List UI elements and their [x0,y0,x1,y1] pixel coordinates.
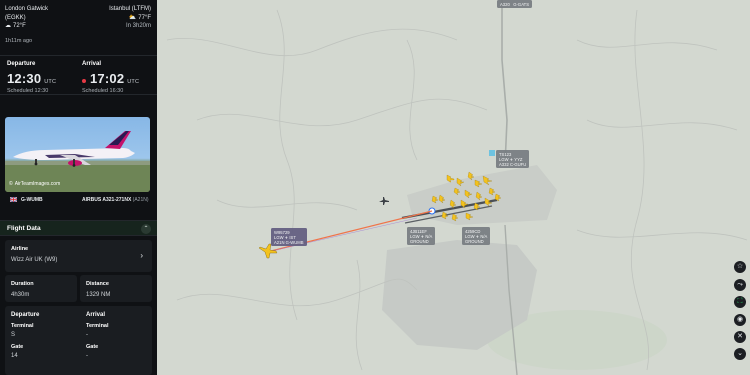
eta-text: In 3h20m [125,23,151,29]
map-label-top[interactable]: A320 G-GATS [497,0,533,8]
airborne-aircraft-icon[interactable] [489,150,495,156]
arr-section: Arrival Terminal - Gate - [86,312,109,359]
cloud-sun-icon: ⛅ [128,14,137,21]
ground1-route: LGW ✈ N/A [410,233,433,239]
origin-block: London Gatwick (EGKK) ☁ 72°F [5,5,48,31]
times-panel: Departure 12:30 UTC Scheduled 12:30 Arri… [0,55,157,95]
ground2-route: LGW ✈ N/A [465,233,488,239]
selected-aircraft: A21N G-WUMB [274,239,304,245]
uk-flag-icon [10,197,17,202]
origin-name: London Gatwick [5,6,49,12]
flight-map[interactable]: A320 G-GATS TS123 LGW ✈ YYZ A332 C-GUFU … [157,0,750,375]
arrival-time-block: Arrival 17:02 UTC Scheduled 16:30 [82,61,139,94]
route-summary: London Gatwick (EGKK) ☁ 72°F Istanbul (L… [0,0,157,50]
delay-indicator [82,79,86,83]
dep-gate-value: 14 [11,353,18,359]
duration-card: Duration 4h30m [5,275,77,302]
arrival-time: 17:02 [90,71,125,86]
route-icon[interactable]: ⤳ [734,279,746,291]
duration-value: 4h30m [11,292,30,298]
origin-weather: ☁ 72°F [5,22,26,31]
terminal-gate-card: Departure Terminal S Gate 14 Arrival Ter… [5,306,152,375]
dep-terminal-label: Terminal [11,323,34,329]
map-label-selected[interactable]: W95729 LGW ✈ IST A21N G-WUMB [271,228,307,246]
arr-section-label: Arrival [86,312,106,318]
aircraft-type-code: (A21N) [132,197,149,203]
top-tag-type: A320 [500,1,510,7]
arrival-tz: UTC [127,79,140,85]
close-icon[interactable]: ✕ [734,331,746,343]
distance-label: Distance [86,281,109,287]
arr-gate-value: - [86,353,88,359]
departure-scheduled: Scheduled 12:30 [7,88,49,94]
flight-tracker-app: London Gatwick (EGKK) ☁ 72°F Istanbul (L… [0,0,750,375]
map-label-ts123[interactable]: TS123 LGW ✈ YYZ A332 C-GUFU [496,150,530,168]
destination-weather: ⛅ 77°F [129,14,151,23]
ts123-aircraft: A332 C-GUFU [499,161,527,167]
ground2-status: GROUND [465,238,484,244]
arr-terminal-label: Terminal [86,323,109,329]
departure-label: Departure [7,61,36,67]
top-tag-reg: G-GATS [513,1,530,7]
airline-value: Wizz Air UK (W9) [11,257,58,263]
airline-card[interactable]: Airline Wizz Air UK (W9) › [5,240,152,272]
flight-data-header[interactable]: Flight Data ⌃ [0,220,157,236]
down-icon[interactable]: ⌄ [734,348,746,360]
arrival-label: Arrival [82,61,102,67]
destination-name: Istanbul (LTFM) [109,6,151,12]
destination-temp: 77°F [138,14,151,21]
aircraft-info-row: G-WUMB AIRBUS A321-271NX (A21N) [0,194,157,206]
elapsed-text: 1h11m ago [5,38,33,44]
destination-block: Istanbul (LTFM) ⛅ 77°F In 3h20m [109,5,151,31]
arrival-time-row: 17:02 UTC [82,71,139,86]
distance-value: 1329 NM [86,292,111,298]
map-canvas [157,0,750,375]
star-icon[interactable]: ☆ [734,261,746,273]
aircraft-type-name: AIRBUS A321-271NX [82,197,132,203]
origin-temp: 72°F [13,23,26,29]
arr-terminal-value: - [86,332,88,338]
aircraft-photo[interactable]: © AirTeamImages.com [5,117,150,192]
ts123-route: LGW ✈ YYZ [499,156,523,162]
flight-data-title: Flight Data [7,225,41,232]
aircraft-registration[interactable]: G-WUMB [21,197,43,203]
photo-credit: © AirTeamImages.com [9,181,60,187]
flight-sidebar: London Gatwick (EGKK) ☁ 72°F Istanbul (L… [0,0,157,375]
duration-label: Duration [11,281,34,287]
expand-icon[interactable]: ⛶ [734,296,746,308]
map-label-ground-2[interactable]: 4259CD LGW ✈ N/A GROUND [462,227,491,245]
arr-gate-label: Gate [86,344,99,350]
copyright-icon: © [9,181,13,187]
cloud-icon: ☁ [5,23,11,29]
chevron-right-icon: › [140,251,143,260]
arrival-scheduled: Scheduled 16:30 [82,88,124,94]
photo-credit-text: AirTeamImages.com [14,181,61,187]
dep-section-label: Departure [11,312,40,318]
origin-code: (EGKK) [5,14,26,21]
distance-card: Distance 1329 NM [80,275,152,302]
dep-terminal-value: S [11,332,16,338]
aircraft-type[interactable]: AIRBUS A321-271NX (A21N) [82,197,149,203]
locate-icon[interactable]: ◉ [734,314,746,326]
chevron-up-icon[interactable]: ⌃ [141,224,151,234]
ground1-status: GROUND [410,238,429,244]
map-label-ground-1[interactable]: 4JB11EF LGW ✈ N/A GROUND [407,227,436,245]
departure-time-row: 12:30 UTC [7,71,56,86]
airline-label: Airline [11,246,29,252]
departure-time: 12:30 [7,71,42,86]
departure-time-block: Departure 12:30 UTC Scheduled 12:30 [7,61,56,94]
dep-section: Departure Terminal S Gate 14 [11,312,39,359]
departure-tz: UTC [44,79,57,85]
dep-gate-label: Gate [11,344,24,350]
